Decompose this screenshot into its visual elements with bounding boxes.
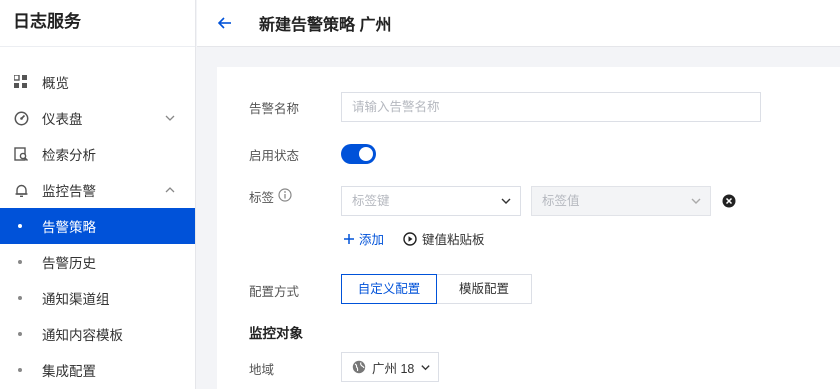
sidebar-item-notification-channels[interactable]: 通知渠道组	[0, 280, 195, 316]
plus-icon	[344, 233, 354, 244]
globe-icon	[352, 360, 366, 374]
sidebar-item-label: 监控告警	[42, 184, 96, 199]
chevron-down-icon	[501, 198, 511, 204]
monitoring-target-heading: 监控对象	[249, 326, 303, 341]
tag-key-select[interactable]: 标签键	[341, 186, 521, 216]
add-tag-button[interactable]: 添加	[343, 229, 384, 248]
tags-label: 标签	[249, 191, 275, 205]
play-circle-icon	[403, 231, 417, 246]
back-arrow-icon[interactable]	[217, 15, 233, 31]
status-toggle[interactable]	[341, 144, 376, 164]
custom-config-option[interactable]: 自定义配置	[341, 274, 437, 304]
grid-icon	[13, 74, 29, 90]
sidebar-item-label: 告警历史	[42, 256, 96, 271]
template-config-option[interactable]: 模版配置	[436, 274, 532, 304]
sidebar-item-label: 通知渠道组	[42, 292, 110, 307]
clipboard-button[interactable]: 键值粘贴板	[403, 229, 485, 248]
sidebar-item-search-analysis[interactable]: 检索分析	[0, 136, 195, 172]
sidebar-nav: 概览 仪表盘 检索分析 监控告警 告警策略 告警历史 通知渠道组 通知内容模板 …	[0, 64, 195, 388]
page-title: 新建告警策略 广州	[259, 17, 392, 34]
chevron-down-icon	[165, 115, 175, 121]
sidebar-item-integration-config[interactable]: 集成配置	[0, 352, 195, 388]
clipboard-label: 键值粘贴板	[422, 233, 485, 247]
sidebar-item-label: 检索分析	[42, 148, 96, 163]
bell-icon	[13, 182, 29, 198]
tag-value-select[interactable]: 标签值	[531, 186, 711, 216]
sidebar-item-alert-policy[interactable]: 告警策略	[0, 208, 195, 244]
config-method-label: 配置方式	[249, 285, 300, 299]
bullet-icon	[18, 332, 22, 336]
bullet-icon	[18, 260, 22, 264]
sidebar-item-dashboard[interactable]: 仪表盘	[0, 100, 195, 136]
bullet-icon	[18, 296, 22, 300]
sidebar-item-label: 仪表盘	[42, 112, 83, 127]
region-select[interactable]: 广州 18	[341, 352, 439, 382]
sidebar-item-notification-templates[interactable]: 通知内容模板	[0, 316, 195, 352]
form-card: 告警名称 请输入告警名称 启用状态 标签 标签键 标签值 添加 键值粘贴板 配置…	[217, 67, 840, 389]
alert-name-input[interactable]: 请输入告警名称	[341, 92, 761, 122]
alert-name-label: 告警名称	[249, 102, 300, 116]
sidebar-item-alert-history[interactable]: 告警历史	[0, 244, 195, 280]
sidebar-item-overview[interactable]: 概览	[0, 64, 195, 100]
chevron-up-icon	[165, 187, 175, 193]
sidebar-item-label: 概览	[42, 76, 69, 91]
chevron-down-icon	[421, 364, 431, 370]
chevron-down-icon	[691, 198, 701, 204]
toggle-knob	[359, 147, 373, 161]
info-icon[interactable]	[278, 188, 292, 202]
sidebar-item-monitoring-alerts[interactable]: 监控告警	[0, 172, 195, 208]
tag-value-placeholder: 标签值	[542, 194, 580, 208]
status-label: 启用状态	[249, 149, 300, 163]
document-search-icon	[13, 146, 29, 162]
add-tag-label: 添加	[359, 233, 385, 247]
app-title: 日志服务	[0, 0, 195, 47]
clear-circle-icon[interactable]	[722, 194, 736, 208]
region-label: 地域	[249, 363, 275, 377]
page-header: 新建告警策略 广州	[197, 0, 840, 47]
region-value: 广州 18	[372, 361, 415, 376]
bullet-icon	[18, 368, 22, 372]
sidebar-item-label: 通知内容模板	[42, 328, 123, 343]
gauge-icon	[13, 110, 29, 126]
sidebar-item-label: 集成配置	[42, 364, 96, 379]
sidebar-item-label: 告警策略	[42, 220, 96, 235]
sidebar: 日志服务 概览 仪表盘 检索分析 监控告警 告警策略 告警历史 通知渠道组 通知…	[0, 0, 196, 389]
bullet-icon	[18, 224, 22, 228]
tag-key-placeholder: 标签键	[352, 194, 390, 208]
